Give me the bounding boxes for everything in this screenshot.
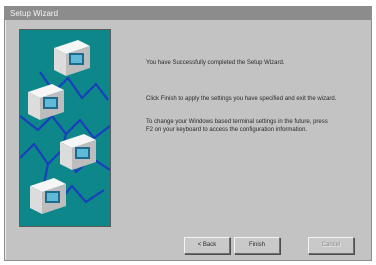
computer-icon xyxy=(28,84,64,120)
computer-icon xyxy=(54,40,90,76)
completion-message: You have Successfully completed the Setu… xyxy=(146,60,285,66)
computer-icon xyxy=(30,178,66,214)
network-computers-icon xyxy=(20,40,110,214)
title-bar: Setup Wizard xyxy=(5,7,371,20)
wizard-banner-image xyxy=(19,29,111,227)
settings-instruction: To change your Windows based terminal se… xyxy=(146,119,328,133)
window-title: Setup Wizard xyxy=(10,9,59,18)
finish-instruction: Click Finish to apply the settings you h… xyxy=(146,96,337,102)
cancel-button[interactable]: Cancel xyxy=(308,237,354,254)
finish-button[interactable]: Finish xyxy=(234,237,280,254)
setup-wizard-window: Setup Wizard You have Successfully compl… xyxy=(4,6,372,261)
back-button[interactable]: < Back xyxy=(184,237,230,254)
